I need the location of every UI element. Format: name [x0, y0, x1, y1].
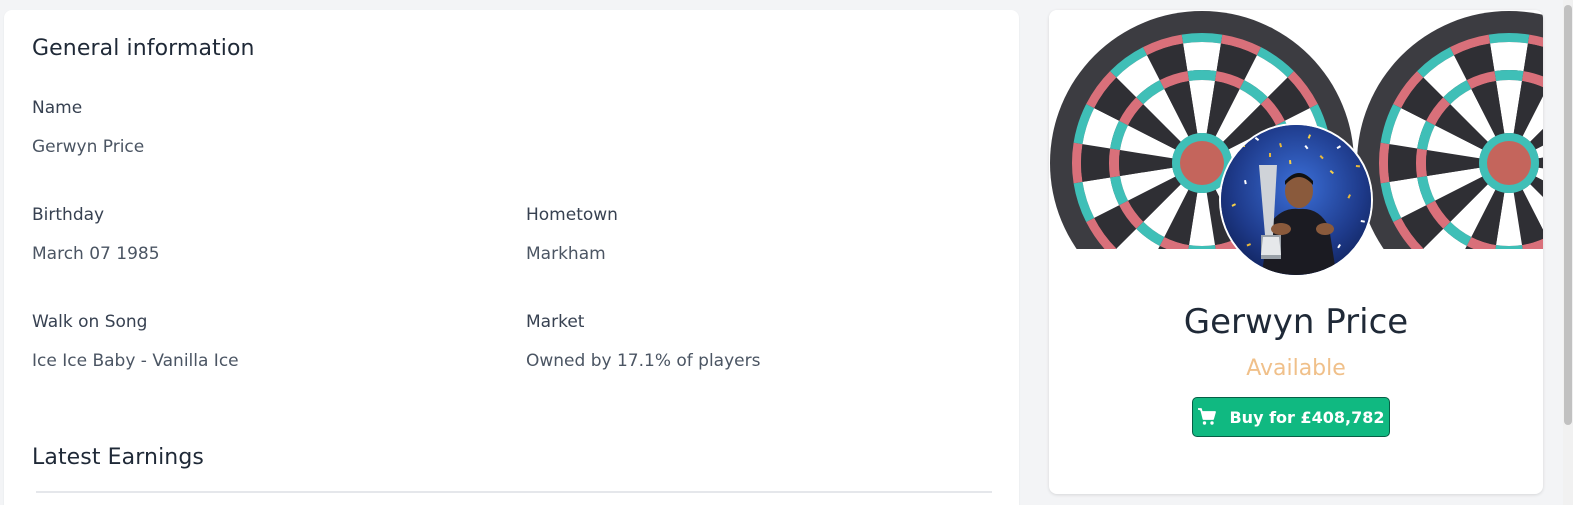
earnings-table-top-border [36, 491, 992, 493]
hometown-value: Markham [526, 244, 606, 264]
availability-status: Available [1246, 356, 1346, 381]
player-name: Gerwyn Price [1183, 302, 1409, 342]
buy-button-label: Buy for £408,782 [1229, 407, 1385, 427]
birthday-value: March 07 1985 [32, 244, 160, 264]
buy-player-button[interactable]: Buy for £408,782 [1192, 397, 1390, 437]
player-photo [1221, 125, 1371, 275]
player-profile-card: Gerwyn Price Available Buy for £408,782 [1049, 10, 1543, 494]
birthday-label: Birthday [32, 205, 105, 225]
scrollbar-thumb[interactable] [1564, 5, 1572, 425]
general-information-title: General information [32, 36, 255, 61]
player-avatar [1219, 123, 1373, 277]
walk-on-song-label: Walk on Song [32, 312, 148, 332]
walk-on-song-value: Ice Ice Baby - Vanilla Ice [32, 351, 239, 371]
name-value: Gerwyn Price [32, 137, 145, 157]
market-label: Market [526, 312, 585, 332]
latest-earnings-title: Latest Earnings [32, 445, 204, 470]
general-information-card: General information Name Gerwyn Price Bi… [4, 10, 1019, 505]
cart-icon [1197, 407, 1217, 427]
market-value: Owned by 17.1% of players [526, 351, 761, 371]
hometown-label: Hometown [526, 205, 618, 225]
name-label: Name [32, 98, 83, 118]
